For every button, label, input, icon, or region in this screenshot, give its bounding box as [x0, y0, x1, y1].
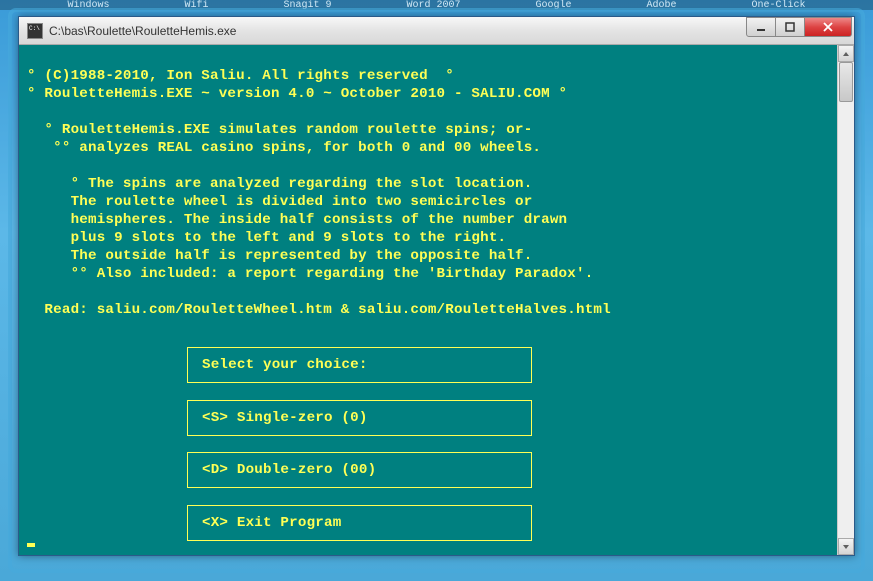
window-controls	[747, 17, 852, 37]
choice-menu: Select your choice: <S> Single-zero (0) …	[187, 329, 532, 555]
menu-header: Select your choice:	[187, 347, 532, 383]
console-line: ° RouletteHemis.EXE simulates random rou…	[27, 122, 532, 138]
taskbar-item[interactable]: Snagit 9	[283, 0, 331, 10]
console-line: hemispheres. The inside half consists of…	[27, 212, 567, 228]
chevron-down-icon	[842, 543, 850, 551]
vertical-scrollbar[interactable]	[837, 45, 854, 555]
desktop-taskbar: Windows Wifi Snagit 9 Word 2007 Google A…	[0, 0, 873, 10]
console-line: ° RouletteHemis.EXE ~ version 4.0 ~ Octo…	[27, 86, 567, 102]
taskbar-item[interactable]: Windows	[67, 0, 109, 10]
console-line: The outside half is represented by the o…	[27, 248, 532, 264]
taskbar-item[interactable]: Wifi	[184, 0, 208, 10]
titlebar[interactable]: C:\bas\Roulette\RouletteHemis.exe	[19, 17, 854, 45]
menu-option-exit[interactable]: <X> Exit Program	[187, 505, 532, 541]
taskbar-item[interactable]: Adobe	[646, 0, 676, 10]
console-output[interactable]: ° (C)1988-2010, Ion Saliu. All rights re…	[19, 45, 837, 555]
console-window: C:\bas\Roulette\RouletteHemis.exe ° (C)1…	[18, 16, 855, 556]
close-button[interactable]	[804, 17, 852, 37]
maximize-icon	[785, 22, 795, 32]
taskbar-item[interactable]: One-Click	[751, 0, 805, 10]
chevron-up-icon	[842, 50, 850, 58]
console-line: Read: saliu.com/RouletteWheel.htm & sali…	[27, 302, 611, 318]
window-title: C:\bas\Roulette\RouletteHemis.exe	[49, 24, 747, 38]
taskbar-item[interactable]: Google	[535, 0, 571, 10]
scroll-track[interactable]	[838, 62, 854, 538]
console-line: plus 9 slots to the left and 9 slots to …	[27, 230, 506, 246]
console-line: ° (C)1988-2010, Ion Saliu. All rights re…	[27, 68, 454, 84]
maximize-button[interactable]	[775, 17, 805, 37]
console-line: ° The spins are analyzed regarding the s…	[27, 176, 532, 192]
console-line: The roulette wheel is divided into two s…	[27, 194, 532, 210]
minimize-icon	[756, 22, 766, 32]
console-line: °° Also included: a report regarding the…	[27, 266, 593, 282]
minimize-button[interactable]	[746, 17, 776, 37]
menu-option-single-zero[interactable]: <S> Single-zero (0)	[187, 400, 532, 436]
scroll-down-button[interactable]	[838, 538, 854, 555]
scroll-thumb[interactable]	[839, 62, 853, 102]
cursor-icon	[27, 543, 35, 547]
scroll-up-button[interactable]	[838, 45, 854, 62]
close-icon	[822, 21, 834, 33]
menu-option-double-zero[interactable]: <D> Double-zero (00)	[187, 452, 532, 488]
taskbar-item[interactable]: Word 2007	[406, 0, 460, 10]
app-icon	[27, 23, 43, 39]
console-area: ° (C)1988-2010, Ion Saliu. All rights re…	[19, 45, 854, 555]
console-line: °° analyzes REAL casino spins, for both …	[27, 140, 541, 156]
